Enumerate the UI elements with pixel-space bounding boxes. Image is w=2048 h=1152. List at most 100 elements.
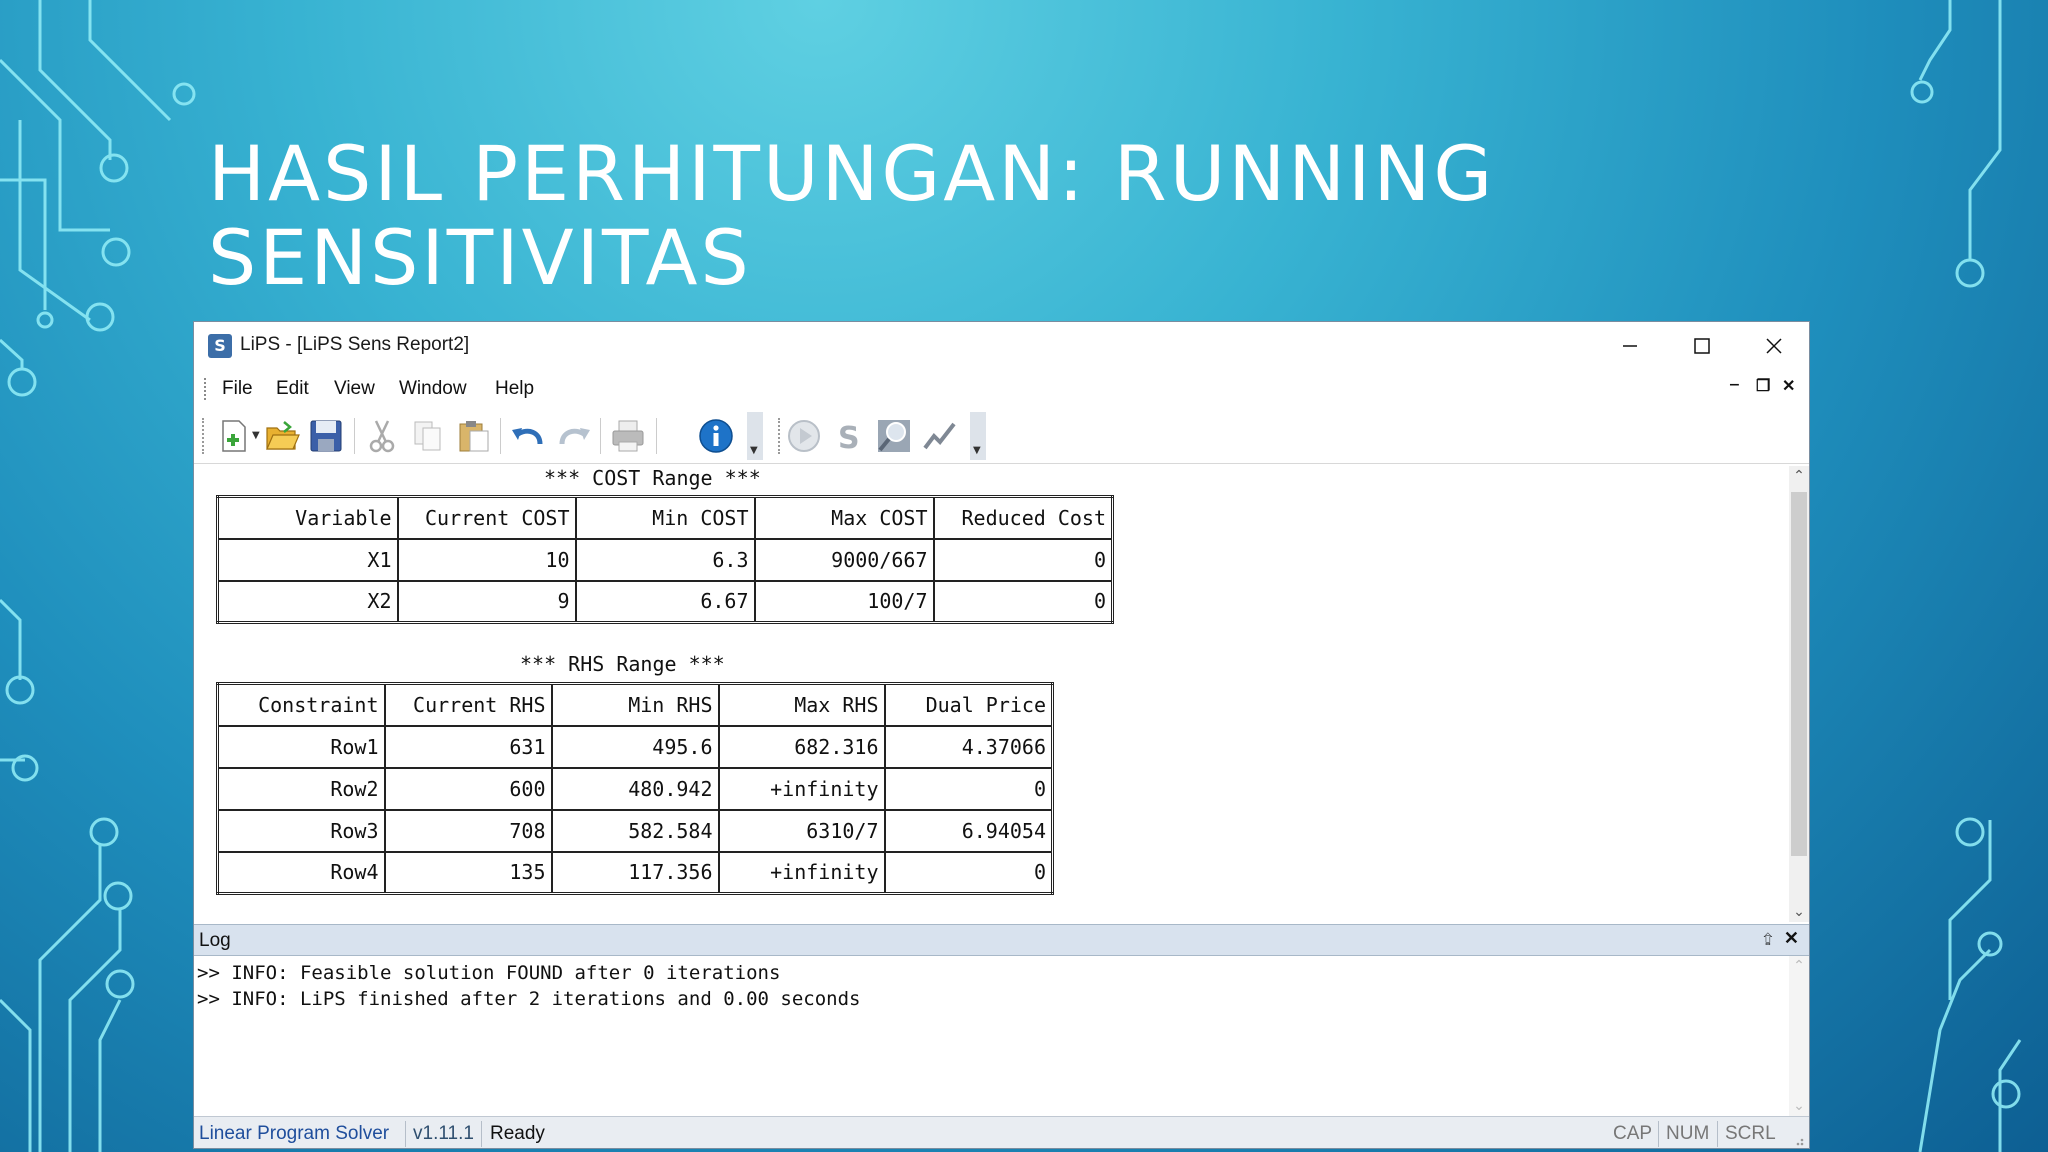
lips-window: S LiPS - [LiPS Sens Report2] File Edit V… xyxy=(193,321,1810,1149)
table-cell: 4.37066 xyxy=(883,724,1054,769)
log-line: >> INFO: Feasible solution FOUND after 0… xyxy=(197,962,781,984)
status-version: v1.11.1 xyxy=(413,1123,474,1144)
column-header: Current RHS xyxy=(383,682,553,727)
table-cell: 495.6 xyxy=(550,724,720,769)
app-icon: S xyxy=(208,334,232,358)
menu-bar: File Edit View Window Help ‒ ❐ ✕ xyxy=(194,370,1809,408)
zoom-icon[interactable] xyxy=(876,418,912,454)
save-icon[interactable] xyxy=(308,418,344,454)
scrollbar-thumb[interactable] xyxy=(1791,492,1807,856)
table-row: Row1 631 495.6 682.316 4.37066 xyxy=(216,724,1054,769)
status-separator xyxy=(1717,1121,1718,1147)
table-cell: Row1 xyxy=(216,724,386,769)
pin-icon[interactable]: ⮸ xyxy=(1763,929,1773,956)
table-cell: 117.356 xyxy=(550,850,720,895)
print-icon[interactable] xyxy=(610,418,646,454)
table-cell: 6.3 xyxy=(574,537,756,582)
log-close-icon[interactable]: ✕ xyxy=(1784,928,1799,949)
rhs-range-table: Constraint Current RHS Min RHS Max RHS D… xyxy=(216,682,1054,895)
report-scrollbar[interactable]: ⌃ ⌄ xyxy=(1789,466,1809,922)
scroll-up-icon[interactable]: ⌃ xyxy=(1789,468,1809,484)
run-icon[interactable] xyxy=(786,418,822,454)
toolbar-separator xyxy=(656,418,657,454)
table-cell: 9000/667 xyxy=(753,537,935,582)
table-row: X2 9 6.67 100/7 0 xyxy=(216,579,1114,624)
column-header: Current COST xyxy=(396,495,577,540)
toolbar: ▼ ▼ S ▼ xyxy=(194,408,1809,464)
log-panel: Log ⮸ ✕ >> INFO: Feasible solution FOUND… xyxy=(194,924,1809,1116)
status-scrl: SCRL xyxy=(1725,1123,1776,1144)
column-header: Max RHS xyxy=(717,682,886,727)
table-cell: 600 xyxy=(383,766,553,811)
open-folder-icon[interactable] xyxy=(264,418,300,454)
chart-icon[interactable] xyxy=(922,418,958,454)
rhs-range-heading: *** RHS Range *** xyxy=(520,652,725,676)
close-button[interactable] xyxy=(1738,322,1809,370)
mdi-restore-button[interactable]: ❐ xyxy=(1756,376,1770,396)
scroll-down-icon[interactable]: ⌄ xyxy=(1789,904,1809,920)
status-separator xyxy=(405,1121,406,1147)
info-button-icon[interactable] xyxy=(698,418,734,454)
table-cell: 631 xyxy=(383,724,553,769)
table-cell: 6.94054 xyxy=(883,808,1054,853)
maximize-button[interactable] xyxy=(1666,322,1738,370)
table-cell: 0 xyxy=(883,850,1054,895)
menu-grip[interactable] xyxy=(204,378,207,400)
table-cell: 0 xyxy=(883,766,1054,811)
paste-icon[interactable] xyxy=(456,418,492,454)
column-header: Min RHS xyxy=(550,682,720,727)
menu-edit[interactable]: Edit xyxy=(276,378,309,400)
table-cell: 6310/7 xyxy=(717,808,886,853)
mdi-minimize-button[interactable]: ‒ xyxy=(1730,376,1739,394)
column-header: Constraint xyxy=(216,682,386,727)
table-cell: +infinity xyxy=(717,850,886,895)
column-header: Min COST xyxy=(574,495,756,540)
status-app-name: Linear Program Solver xyxy=(199,1123,390,1144)
toolbar-overflow[interactable]: ▼ xyxy=(747,412,763,460)
log-output[interactable]: >> INFO: Feasible solution FOUND after 0… xyxy=(194,956,1789,1116)
menu-window[interactable]: Window xyxy=(399,378,467,400)
table-cell: 0 xyxy=(932,537,1114,582)
column-header: Max COST xyxy=(753,495,935,540)
copy-icon[interactable] xyxy=(410,418,446,454)
toolbar-grip-2[interactable] xyxy=(778,418,781,454)
toolbar-overflow-2[interactable]: ▼ xyxy=(970,412,986,460)
toolbar-grip[interactable] xyxy=(202,418,205,454)
log-title: Log xyxy=(199,930,231,951)
menu-view[interactable]: View xyxy=(334,378,375,400)
status-cap: CAP xyxy=(1613,1123,1653,1144)
minimize-button[interactable] xyxy=(1594,322,1666,370)
new-icon[interactable] xyxy=(216,418,252,454)
table-cell: 135 xyxy=(383,850,553,895)
resize-grip-icon[interactable] xyxy=(1791,1133,1805,1147)
cut-icon[interactable] xyxy=(364,418,400,454)
table-cell: Row4 xyxy=(216,850,386,895)
scroll-down-icon[interactable]: ⌄ xyxy=(1789,1098,1809,1114)
table-row: Row2 600 480.942 +infinity 0 xyxy=(216,766,1054,811)
redo-icon[interactable] xyxy=(556,418,592,454)
scroll-up-icon[interactable]: ⌃ xyxy=(1789,958,1809,974)
table-cell: 682.316 xyxy=(717,724,886,769)
solve-icon[interactable]: S xyxy=(830,418,866,454)
log-line: >> INFO: LiPS finished after 2 iteration… xyxy=(197,988,861,1010)
new-dropdown-icon[interactable]: ▼ xyxy=(252,430,260,441)
table-row: Row3 708 582.584 6310/7 6.94054 xyxy=(216,808,1054,853)
mdi-close-button[interactable]: ✕ xyxy=(1782,376,1795,396)
log-scrollbar[interactable]: ⌃ ⌄ xyxy=(1789,956,1809,1116)
title-bar[interactable]: S LiPS - [LiPS Sens Report2] xyxy=(194,322,1809,370)
table-cell: X1 xyxy=(216,537,399,582)
menu-help[interactable]: Help xyxy=(495,378,534,400)
table-cell: +infinity xyxy=(717,766,886,811)
table-cell: X2 xyxy=(216,579,399,624)
log-header: Log ⮸ ✕ xyxy=(194,924,1809,956)
table-cell: 10 xyxy=(396,537,577,582)
undo-icon[interactable] xyxy=(510,418,546,454)
slide-title-line-1: HASIL PERHITUNGAN: RUNNING xyxy=(208,129,1496,218)
table-cell: 0 xyxy=(932,579,1114,624)
sensitivity-report: *** COST Range *** Variable Current COST… xyxy=(194,466,1791,922)
menu-file[interactable]: File xyxy=(222,378,253,400)
toolbar-separator xyxy=(500,418,501,454)
table-cell: 582.584 xyxy=(550,808,720,853)
table-cell: 100/7 xyxy=(753,579,935,624)
status-num: NUM xyxy=(1666,1123,1710,1144)
